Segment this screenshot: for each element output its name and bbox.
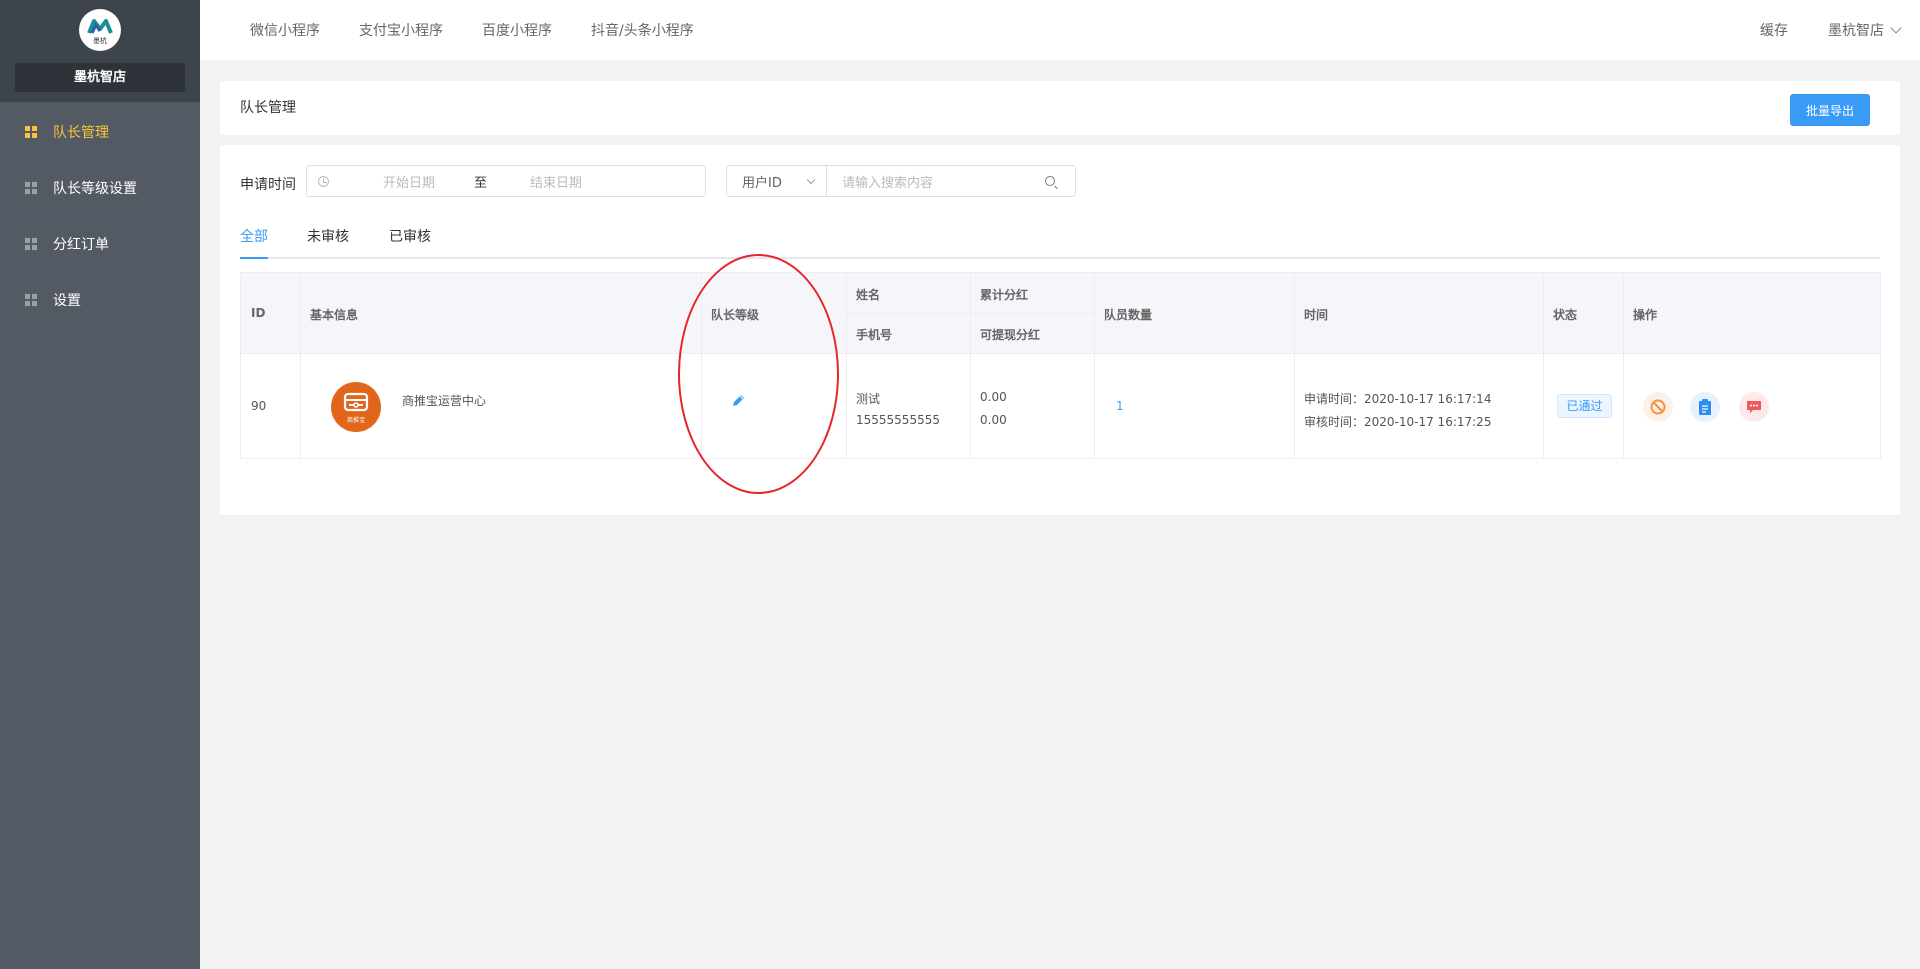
header-withdrawable: 可提现分红 xyxy=(980,328,1041,342)
col-divider xyxy=(846,273,847,459)
page-title: 队长管理 xyxy=(240,100,296,116)
header-phone: 手机号 xyxy=(856,328,893,342)
sidebar-item-dividend-orders[interactable]: 分红订单 xyxy=(0,222,200,266)
sidebar-item-label: 分红订单 xyxy=(53,237,109,253)
avatar-caption: 商推宝 xyxy=(347,416,365,424)
search-placeholder: 请输入搜索内容 xyxy=(842,175,934,191)
disable-button[interactable] xyxy=(1643,392,1673,422)
chevron-down-icon xyxy=(806,175,816,185)
main-panel: 申请时间 开始日期 至 结束日期 用户ID 请输入搜索内容 全部 未审核 已审核 xyxy=(220,145,1900,515)
page-header: 队长管理 批量导出 xyxy=(220,81,1900,135)
status-tabs: 全部 未审核 已审核 xyxy=(240,227,1880,259)
header-basic-info: 基本信息 xyxy=(310,308,359,322)
tab-all[interactable]: 全部 xyxy=(240,227,268,247)
status-badge: 已通过 xyxy=(1557,394,1612,418)
batch-export-button[interactable]: 批量导出 xyxy=(1790,94,1870,126)
ban-icon xyxy=(1650,399,1666,415)
header-total-dividend: 累计分红 xyxy=(980,288,1029,302)
row-id: 90 xyxy=(251,399,267,413)
tab-pending[interactable]: 未审核 xyxy=(307,227,349,247)
store-logo[interactable]: 墨杭 xyxy=(79,9,121,51)
sidebar: 墨杭 墨杭智店 队长管理 队长等级设置 分红订单 设置 xyxy=(0,0,200,969)
header-name: 姓名 xyxy=(856,288,881,302)
active-tab-indicator xyxy=(240,257,268,259)
top-nav: 微信小程序 支付宝小程序 百度小程序 抖音/头条小程序 xyxy=(250,0,733,60)
col-divider xyxy=(1294,273,1295,459)
grid-icon xyxy=(25,125,38,139)
total-dividend-value: 0.00 xyxy=(980,390,1007,404)
member-count-link[interactable]: 1 xyxy=(1116,399,1124,413)
grid-icon xyxy=(25,237,38,251)
header-status: 状态 xyxy=(1553,308,1578,322)
shop-name: 商推宝运营中心 xyxy=(402,394,487,408)
col-divider xyxy=(1543,273,1544,459)
store-name: 墨杭智店 xyxy=(15,63,185,92)
member-name: 测试 xyxy=(856,392,881,406)
sidebar-item-settings[interactable]: 设置 xyxy=(0,278,200,322)
col-divider xyxy=(1623,273,1624,459)
leader-table: ID 基本信息 队长等级 姓名 手机号 累计分红 可提现分红 队员数量 时间 状… xyxy=(240,272,1881,459)
apply-time: 申请时间：2020-10-17 16:17:14 xyxy=(1304,392,1492,406)
col-divider xyxy=(300,273,301,459)
detail-button[interactable] xyxy=(1690,392,1720,422)
message-button[interactable] xyxy=(1739,392,1769,422)
review-time: 审核时间：2020-10-17 16:17:25 xyxy=(1304,415,1492,429)
shop-logo-icon: 商推宝 xyxy=(343,392,369,424)
search-field-select[interactable]: 用户ID xyxy=(726,165,827,197)
topbar: 微信小程序 支付宝小程序 百度小程序 抖音/头条小程序 缓存 墨杭智店 xyxy=(200,0,1920,60)
header-member-count: 队员数量 xyxy=(1104,308,1153,322)
nav-douyin-miniprogram[interactable]: 抖音/头条小程序 xyxy=(591,20,694,40)
sidebar-item-leader-management[interactable]: 队长管理 xyxy=(0,110,200,154)
search-input[interactable]: 请输入搜索内容 xyxy=(827,165,1076,197)
grid-icon xyxy=(25,293,38,307)
clipboard-icon xyxy=(1699,399,1711,415)
clock-icon xyxy=(318,175,329,187)
tab-reviewed[interactable]: 已审核 xyxy=(389,227,431,247)
nav-alipay-miniprogram[interactable]: 支付宝小程序 xyxy=(359,20,443,40)
message-icon xyxy=(1747,401,1761,413)
col-divider xyxy=(970,273,971,459)
end-date-input[interactable]: 结束日期 xyxy=(530,172,582,191)
brand-area: 墨杭 墨杭智店 xyxy=(0,0,200,102)
chevron-down-icon xyxy=(1890,22,1902,34)
header-bottom-line xyxy=(241,353,1880,354)
topbar-right: 缓存 墨杭智店 xyxy=(1760,0,1902,60)
start-date-input[interactable]: 开始日期 xyxy=(383,172,470,191)
cache-link[interactable]: 缓存 xyxy=(1760,20,1788,40)
sidebar-item-leader-level-settings[interactable]: 队长等级设置 xyxy=(0,166,200,210)
date-separator: 至 xyxy=(474,175,488,191)
search-field-value: 用户ID xyxy=(742,175,782,191)
search-group: 用户ID 请输入搜索内容 xyxy=(726,165,1076,197)
header-id: ID xyxy=(251,306,266,320)
header-time: 时间 xyxy=(1304,308,1329,322)
logo-mark-icon: 墨杭 xyxy=(87,19,113,45)
shop-avatar: 商推宝 xyxy=(331,382,381,432)
logo-text: 墨杭 xyxy=(93,36,107,45)
sidebar-item-label: 队长管理 xyxy=(53,125,109,141)
nav-wechat-miniprogram[interactable]: 微信小程序 xyxy=(250,20,320,40)
annotation-circle xyxy=(678,254,839,494)
user-menu[interactable]: 墨杭智店 xyxy=(1828,20,1902,40)
date-range-picker[interactable]: 开始日期 至 结束日期 xyxy=(306,165,706,197)
grid-icon xyxy=(25,181,38,195)
search-icon[interactable] xyxy=(1045,176,1055,186)
apply-time-label: 申请时间 xyxy=(240,177,296,193)
col-divider xyxy=(1094,273,1095,459)
header-operation: 操作 xyxy=(1633,308,1658,322)
member-phone: 15555555555 xyxy=(856,413,940,427)
user-name: 墨杭智店 xyxy=(1828,23,1884,39)
withdrawable-value: 0.00 xyxy=(980,413,1007,427)
sidebar-item-label: 设置 xyxy=(53,293,81,309)
nav-baidu-miniprogram[interactable]: 百度小程序 xyxy=(482,20,552,40)
sidebar-item-label: 队长等级设置 xyxy=(53,181,137,197)
